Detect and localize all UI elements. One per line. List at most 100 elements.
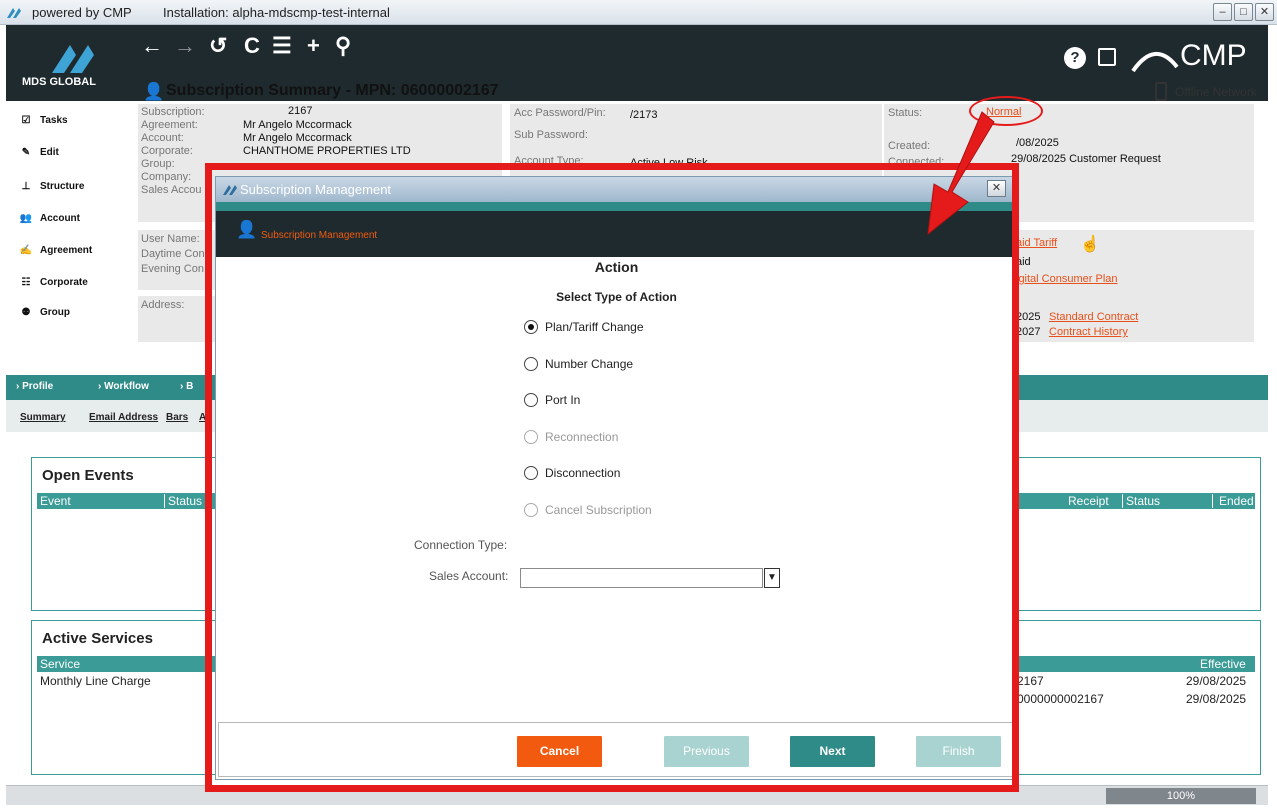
window-title: powered by CMP [32, 5, 132, 20]
group-icon: ⚉ [21, 306, 31, 318]
subtab-summary[interactable]: Summary [20, 412, 66, 423]
checklist-icon[interactable]: ☰ [272, 33, 292, 59]
column-event[interactable]: Event [40, 494, 71, 508]
contract-history-link[interactable]: Contract History [1049, 326, 1128, 338]
corporate-value: CHANTHOME PROPERTIES LTD [243, 145, 411, 157]
page-title: Subscription Summary - MPN: 06000002167 [166, 82, 499, 99]
active-services-title: Active Services [42, 630, 153, 647]
contract-date-2: 2027 [1016, 326, 1041, 338]
close-window-button[interactable]: ✕ [1255, 3, 1274, 21]
address-label: Address: [141, 299, 185, 311]
sidebar-item-label: Structure [40, 180, 85, 192]
service-row-id: 2167 [1017, 674, 1044, 688]
open-events-title: Open Events [42, 467, 134, 484]
add-icon[interactable]: + [307, 33, 320, 59]
service-row-date: 29/08/2025 [1186, 674, 1247, 688]
sidebar-item-label: Group [40, 306, 70, 318]
cmp-logo-icon [7, 8, 21, 18]
mds-logo-text: MDS GLOBAL [22, 76, 96, 88]
sidebar-item-agreement[interactable]: ✍ Agreement [16, 239, 92, 261]
account-label: Account: [141, 132, 184, 144]
created-value: /08/2025 [1016, 137, 1059, 149]
sidebar-item-corporate[interactable]: ☷ Corporate [16, 271, 88, 293]
phone-icon [1155, 82, 1167, 101]
tab-profile[interactable]: › Profile [16, 381, 53, 392]
evening-contact-label: Evening Con [141, 263, 204, 275]
refresh-icon[interactable]: C [244, 33, 260, 59]
agreement-label: Agreement: [141, 119, 198, 131]
mds-logo-icon [52, 45, 94, 73]
column-effective[interactable]: Effective [1200, 657, 1246, 671]
connected-value: 29/08/2025 Customer Request [1011, 153, 1161, 165]
sidebar-item-group[interactable]: ⚉ Group [16, 301, 70, 323]
maximize-button[interactable]: □ [1234, 3, 1253, 21]
service-row-date: 29/08/2025 [1186, 692, 1247, 706]
standard-contract-link[interactable]: Standard Contract [1049, 311, 1138, 323]
zoom-level: 100% [1106, 788, 1256, 804]
sidebar-item-account[interactable]: 👥 Account [16, 207, 80, 229]
cmp-brand-text: CMP [1180, 39, 1247, 72]
account-icon: 👥 [19, 212, 33, 224]
sub-password-label: Sub Password: [514, 129, 588, 141]
acc-password-value: /2173 [630, 109, 658, 121]
help-icon[interactable]: ? [1064, 47, 1086, 69]
red-arrow-icon [927, 111, 995, 236]
agreement-value: Mr Angelo Mccormack [243, 119, 352, 131]
company-label: Company: [141, 171, 192, 183]
back-arrow-icon[interactable]: ← [141, 33, 163, 59]
group-label: Group: [141, 158, 175, 170]
minimize-button[interactable]: – [1213, 3, 1232, 21]
subscription-value: 2167 [288, 105, 313, 117]
column-receipt[interactable]: Receipt [1068, 494, 1109, 508]
sidebar-item-label: Agreement [40, 244, 93, 256]
contract-date-1: 2025 [1016, 311, 1041, 323]
column-status-right[interactable]: Status [1122, 494, 1160, 508]
person-icon: 👤 [143, 82, 165, 101]
sidebar-item-label: Corporate [40, 276, 88, 288]
tab-workflow[interactable]: › Workflow [98, 381, 149, 392]
subtab-email-address[interactable]: Email Address [89, 412, 158, 423]
edit-icon: ✎ [21, 146, 31, 158]
tasks-icon: ☑ [21, 114, 31, 126]
window-titlebar: powered by CMP Installation: alpha-mdscm… [0, 0, 1277, 25]
sidebar: ☑ Tasks ✎ Edit ⊥ Structure 👥 Account ✍ Agreem… [6, 101, 128, 371]
sidebar-item-label: Account [40, 212, 80, 224]
tab-b[interactable]: › B [180, 381, 193, 392]
highlight-frame [205, 163, 1019, 792]
subtab-bars[interactable]: Bars [166, 412, 188, 423]
plan-link[interactable]: igital Consumer Plan [1016, 273, 1118, 285]
column-ended[interactable]: Ended [1212, 494, 1254, 508]
tariff-link[interactable]: aid Tariff [1016, 237, 1057, 249]
service-row-monthly-line-charge[interactable]: Monthly Line Charge [40, 674, 151, 688]
history-icon[interactable]: ↺ [209, 33, 227, 59]
external-link-icon[interactable] [1098, 48, 1116, 66]
status-label: Status: [888, 107, 923, 119]
hand-pointer-icon[interactable]: ☝ [1080, 234, 1100, 254]
subscription-label: Subscription: [141, 106, 205, 118]
corporate-label: Corporate: [141, 145, 193, 157]
sales-account-label: Sales Accou [141, 184, 202, 196]
daytime-contact-label: Daytime Con [141, 248, 205, 260]
sidebar-item-edit[interactable]: ✎ Edit [16, 141, 59, 163]
acc-password-label: Acc Password/Pin: [514, 107, 606, 119]
user-name-label: User Name: [141, 233, 200, 245]
forward-arrow-icon[interactable]: → [174, 33, 196, 59]
corporate-icon: ☷ [21, 276, 31, 288]
installation-label: Installation: alpha-mdscmp-test-internal [163, 5, 390, 20]
search-icon[interactable]: ⚲ [335, 33, 351, 59]
sidebar-item-structure[interactable]: ⊥ Structure [16, 175, 85, 197]
structure-icon: ⊥ [21, 180, 31, 192]
service-row-id: 0000000002167 [1017, 692, 1104, 706]
account-value: Mr Angelo Mccormack [243, 132, 352, 144]
agreement-icon: ✍ [19, 244, 33, 256]
cmp-arc-icon [1131, 51, 1179, 73]
sidebar-item-label: Tasks [40, 114, 68, 126]
sidebar-item-label: Edit [40, 146, 59, 158]
sidebar-item-tasks[interactable]: ☑ Tasks [16, 109, 68, 131]
tab-label: Profile [22, 381, 54, 392]
offline-network-label: Offline Network [1175, 85, 1257, 99]
tab-label: Workflow [104, 381, 149, 392]
column-status[interactable]: Status [164, 494, 202, 508]
tab-label: B [186, 381, 194, 392]
column-service[interactable]: Service [40, 657, 80, 671]
